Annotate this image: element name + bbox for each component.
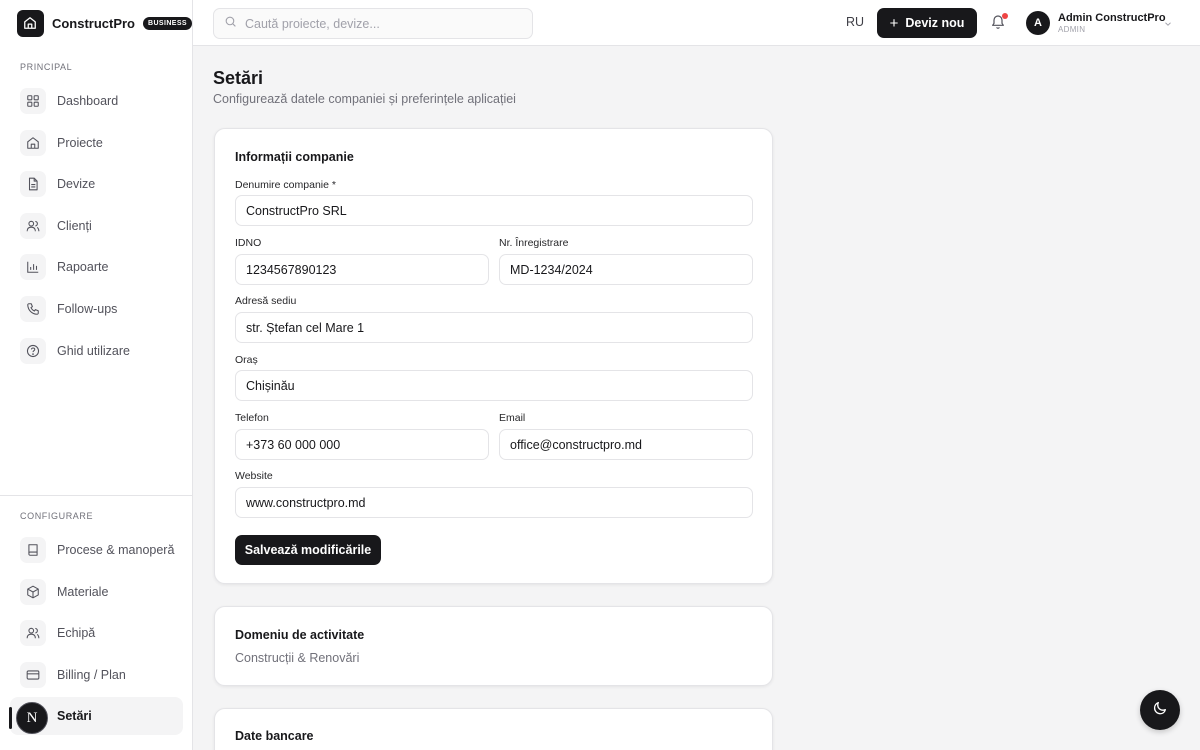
company-name-label: Denumire companie * (235, 179, 336, 191)
notification-dot (1002, 13, 1008, 19)
sidebar-item-label: Billing / Plan (57, 667, 126, 682)
user-role: ADMIN (1058, 25, 1086, 34)
section-label-principal: PRINCIPAL (20, 62, 73, 72)
phone-label: Telefon (235, 412, 269, 424)
sidebar-item-follow-ups[interactable]: Follow-ups (10, 290, 182, 328)
moon-icon (1152, 700, 1168, 721)
sidebar-item-label: Procese & manoperă (57, 543, 175, 557)
plan-badge: BUSINESS (143, 16, 192, 30)
help-circle-icon (20, 337, 46, 364)
sidebar-item-label: Rapoarte (57, 260, 109, 275)
notifications-button[interactable] (990, 13, 1008, 33)
save-button[interactable]: Salvează modificările (235, 535, 381, 565)
home-logo-icon (17, 9, 44, 37)
sidebar-item-label: Materiale (57, 584, 109, 599)
section-label-configurare: CONFIGURARE (20, 511, 94, 521)
new-quote-button[interactable]: + Deviz nou (877, 8, 977, 38)
sidebar-item-label: Devize (57, 177, 96, 192)
page-subtitle: Configurează datele companiei și preferi… (213, 92, 516, 106)
principal-nav: Dashboard Proiecte Devize Clienți Rapoar… (0, 82, 192, 370)
sidebar-item-clienti[interactable]: Clienți (10, 207, 182, 245)
sidebar-item-label: Clienți (57, 218, 92, 233)
home-icon (20, 129, 46, 156)
new-quote-label: Deviz nou (905, 16, 965, 30)
sidebar-item-label: Follow-ups (57, 301, 118, 316)
company-name-field[interactable] (235, 195, 753, 226)
page-title: Setări (213, 68, 264, 88)
city-field[interactable] (235, 370, 753, 401)
search-input[interactable] (245, 16, 515, 31)
website-field[interactable] (235, 487, 753, 518)
city-label: Oraș (235, 354, 258, 366)
sidebar-item-materiale[interactable]: Materiale (10, 573, 183, 611)
sidebar-divider (0, 495, 192, 496)
card-title: Informații companie (235, 150, 354, 164)
theme-toggle-button[interactable] (1140, 690, 1180, 730)
brand[interactable]: ConstructPro BUSINESS (0, 0, 192, 46)
activity-card: Domeniu de activitate Construcții & Reno… (214, 606, 773, 686)
bell-icon (990, 15, 1006, 35)
language-switch[interactable]: RU (846, 15, 864, 29)
sidebar-item-echipa[interactable]: Echipă (10, 614, 183, 652)
address-field[interactable] (235, 312, 753, 343)
search-icon (224, 15, 237, 33)
sidebar-item-ghid[interactable]: Ghid utilizare (10, 332, 182, 370)
activity-value: Construcții & Renovări (235, 651, 360, 665)
bank-card: Date bancare (214, 708, 773, 750)
sidebar-item-label: Setări (57, 709, 92, 724)
sidebar-item-label: Dashboard (57, 94, 119, 108)
sidebar-item-label: Echipă (57, 626, 96, 641)
credit-card-icon (20, 661, 46, 688)
email-field[interactable] (499, 429, 753, 460)
sidebar-item-label: Proiecte (57, 135, 103, 150)
sidebar-item-proiecte[interactable]: Proiecte (10, 124, 182, 162)
top-header: RU + Deviz nou A Admin ConstructPro ADMI… (193, 0, 1200, 46)
avatar[interactable]: A (1026, 11, 1050, 35)
registration-label: Nr. Înregistrare (499, 237, 569, 249)
idno-label: IDNO (235, 237, 262, 249)
phone-icon (20, 295, 46, 322)
website-label: Website (235, 470, 273, 482)
sidebar-item-billing[interactable]: Billing / Plan (10, 656, 183, 694)
phone-field[interactable] (235, 429, 489, 460)
registration-field[interactable] (499, 254, 753, 285)
plus-icon: + (889, 14, 899, 32)
email-label: Email (499, 412, 526, 424)
card-title: Date bancare (235, 729, 314, 743)
brand-name: ConstructPro (51, 15, 135, 31)
idno-field[interactable] (235, 254, 489, 285)
sidebar-item-rapoarte[interactable]: Rapoarte (10, 248, 182, 286)
sidebar-item-devize[interactable]: Devize (10, 165, 182, 203)
users-icon (20, 212, 46, 239)
chevron-down-icon[interactable] (1163, 16, 1173, 34)
sidebar-item-procese[interactable]: Procese & manoperă (10, 531, 183, 569)
sidebar-item-label: Ghid utilizare (57, 343, 130, 358)
book-icon (20, 537, 46, 563)
search-box[interactable] (213, 8, 533, 39)
floating-avatar[interactable]: N (16, 702, 48, 734)
grid-icon (20, 88, 46, 114)
bar-chart-icon (20, 254, 46, 281)
team-icon (20, 620, 46, 647)
address-label: Adresă sediu (235, 295, 297, 307)
user-name[interactable]: Admin ConstructPro (1058, 12, 1166, 24)
card-title: Domeniu de activitate (235, 628, 365, 642)
box-icon (20, 578, 46, 605)
company-info-card: Informații companie Denumire companie * … (214, 128, 773, 584)
sidebar-item-dashboard[interactable]: Dashboard (10, 82, 182, 120)
document-icon (20, 171, 46, 198)
active-indicator (9, 707, 12, 729)
sidebar: ConstructPro BUSINESS PRINCIPAL Dashboar… (0, 0, 193, 750)
